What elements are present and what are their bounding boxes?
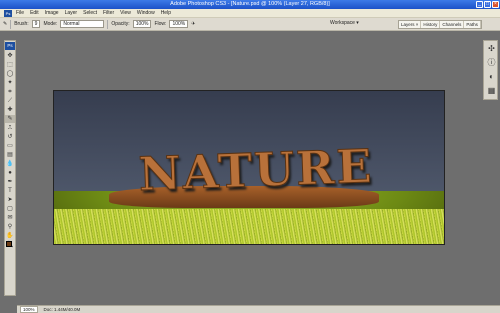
menu-view[interactable]: View bbox=[120, 10, 131, 16]
navigator-icon[interactable]: ✣ bbox=[485, 42, 498, 55]
zoom-level[interactable]: 100% bbox=[20, 306, 38, 313]
crop-tool-icon[interactable]: ⌗ bbox=[5, 88, 15, 96]
tab-channels[interactable]: Channels bbox=[440, 21, 465, 28]
lasso-tool-icon[interactable]: ◯ bbox=[5, 70, 15, 78]
options-bar: ✎ Brush: 9 Mode: Normal Opacity: 100% Fl… bbox=[0, 18, 500, 31]
tab-history[interactable]: History bbox=[421, 21, 441, 28]
window-title: Adobe Photoshop CS3 - [Nature.psd @ 100%… bbox=[170, 1, 330, 7]
minimize-button[interactable]: _ bbox=[476, 1, 483, 8]
tab-paths[interactable]: Paths bbox=[464, 21, 481, 28]
mode-label: Mode: bbox=[43, 21, 58, 27]
history-brush-tool-icon[interactable]: ↺ bbox=[5, 133, 15, 141]
menu-layer[interactable]: Layer bbox=[65, 10, 78, 16]
pen-tool-icon[interactable]: ✒ bbox=[5, 178, 15, 186]
magic-wand-tool-icon[interactable]: ✦ bbox=[5, 79, 15, 87]
menu-help[interactable]: Help bbox=[161, 10, 171, 16]
photoshop-logo: Ps bbox=[4, 9, 12, 17]
marquee-tool-icon[interactable]: ⬚ bbox=[5, 61, 15, 69]
opacity-input[interactable]: 100% bbox=[132, 20, 152, 28]
panel-tabs: Layers × History Channels Paths bbox=[398, 20, 482, 29]
menu-image[interactable]: Image bbox=[45, 10, 59, 16]
menu-window[interactable]: Window bbox=[137, 10, 155, 16]
document-canvas[interactable]: NATURE bbox=[53, 90, 445, 245]
brush-tool-icon[interactable]: ✎ bbox=[5, 115, 15, 123]
separator bbox=[107, 19, 109, 29]
title-bar: Adobe Photoshop CS3 - [Nature.psd @ 100%… bbox=[0, 0, 500, 9]
doc-size: Doc: 1.44M/40.0M bbox=[43, 307, 81, 312]
menu-file[interactable]: File bbox=[16, 10, 24, 16]
grass-foreground bbox=[54, 209, 444, 244]
mode-select[interactable]: Normal bbox=[60, 20, 105, 28]
move-tool-icon[interactable]: ✥ bbox=[5, 52, 15, 60]
swatches-icon[interactable]: ▦ bbox=[485, 84, 498, 97]
color-icon[interactable]: ◐ bbox=[485, 70, 498, 83]
brush-label: Brush: bbox=[14, 21, 29, 27]
tools-panel: Ps ✥ ⬚ ◯ ✦ ⌗ ⟋ ✚ ✎ ⎍ ↺ ▭ ▤ 💧 ● ✒ T ➤ ▢ ✉… bbox=[4, 40, 16, 296]
airbrush-icon[interactable]: ✈ bbox=[191, 21, 195, 27]
right-dock: ✣ ⓘ ◐ ▦ bbox=[483, 40, 498, 100]
eyedropper-tool-icon[interactable]: ⚲ bbox=[5, 223, 15, 231]
path-selection-tool-icon[interactable]: ➤ bbox=[5, 196, 15, 204]
menu-filter[interactable]: Filter bbox=[103, 10, 114, 16]
type-tool-icon[interactable]: T bbox=[5, 187, 15, 195]
flow-input[interactable]: 100% bbox=[169, 20, 189, 28]
separator bbox=[10, 19, 12, 29]
dodge-tool-icon[interactable]: ● bbox=[5, 169, 15, 177]
workspace-button[interactable]: Workspace ▾ bbox=[330, 20, 359, 26]
flow-label: Flow: bbox=[154, 21, 167, 27]
clone-stamp-tool-icon[interactable]: ⎍ bbox=[5, 124, 15, 132]
photoshop-badge: Ps bbox=[5, 42, 15, 50]
nature-wood-text: NATURE bbox=[137, 138, 375, 202]
menu-bar: Ps File Edit Image Layer Select Filter V… bbox=[0, 9, 500, 18]
brush-tool-icon[interactable]: ✎ bbox=[3, 21, 7, 27]
shape-tool-icon[interactable]: ▢ bbox=[5, 205, 15, 213]
slice-tool-icon[interactable]: ⟋ bbox=[5, 97, 15, 105]
maximize-button[interactable]: □ bbox=[484, 1, 491, 8]
blur-tool-icon[interactable]: 💧 bbox=[5, 160, 15, 168]
close-button[interactable]: × bbox=[492, 1, 499, 8]
status-bar: 100% Doc: 1.44M/40.0M bbox=[17, 305, 500, 313]
menu-select[interactable]: Select bbox=[83, 10, 97, 16]
healing-brush-tool-icon[interactable]: ✚ bbox=[5, 106, 15, 114]
foreground-color-swatch[interactable] bbox=[6, 241, 12, 247]
opacity-label: Opacity: bbox=[111, 21, 130, 27]
hand-tool-icon[interactable]: ✋ bbox=[5, 232, 15, 240]
eraser-tool-icon[interactable]: ▭ bbox=[5, 142, 15, 150]
notes-tool-icon[interactable]: ✉ bbox=[5, 214, 15, 222]
info-icon[interactable]: ⓘ bbox=[485, 56, 498, 69]
gradient-tool-icon[interactable]: ▤ bbox=[5, 151, 15, 159]
tab-layers[interactable]: Layers × bbox=[399, 21, 422, 28]
menu-edit[interactable]: Edit bbox=[30, 10, 39, 16]
brush-size-picker[interactable]: 9 bbox=[31, 20, 41, 28]
